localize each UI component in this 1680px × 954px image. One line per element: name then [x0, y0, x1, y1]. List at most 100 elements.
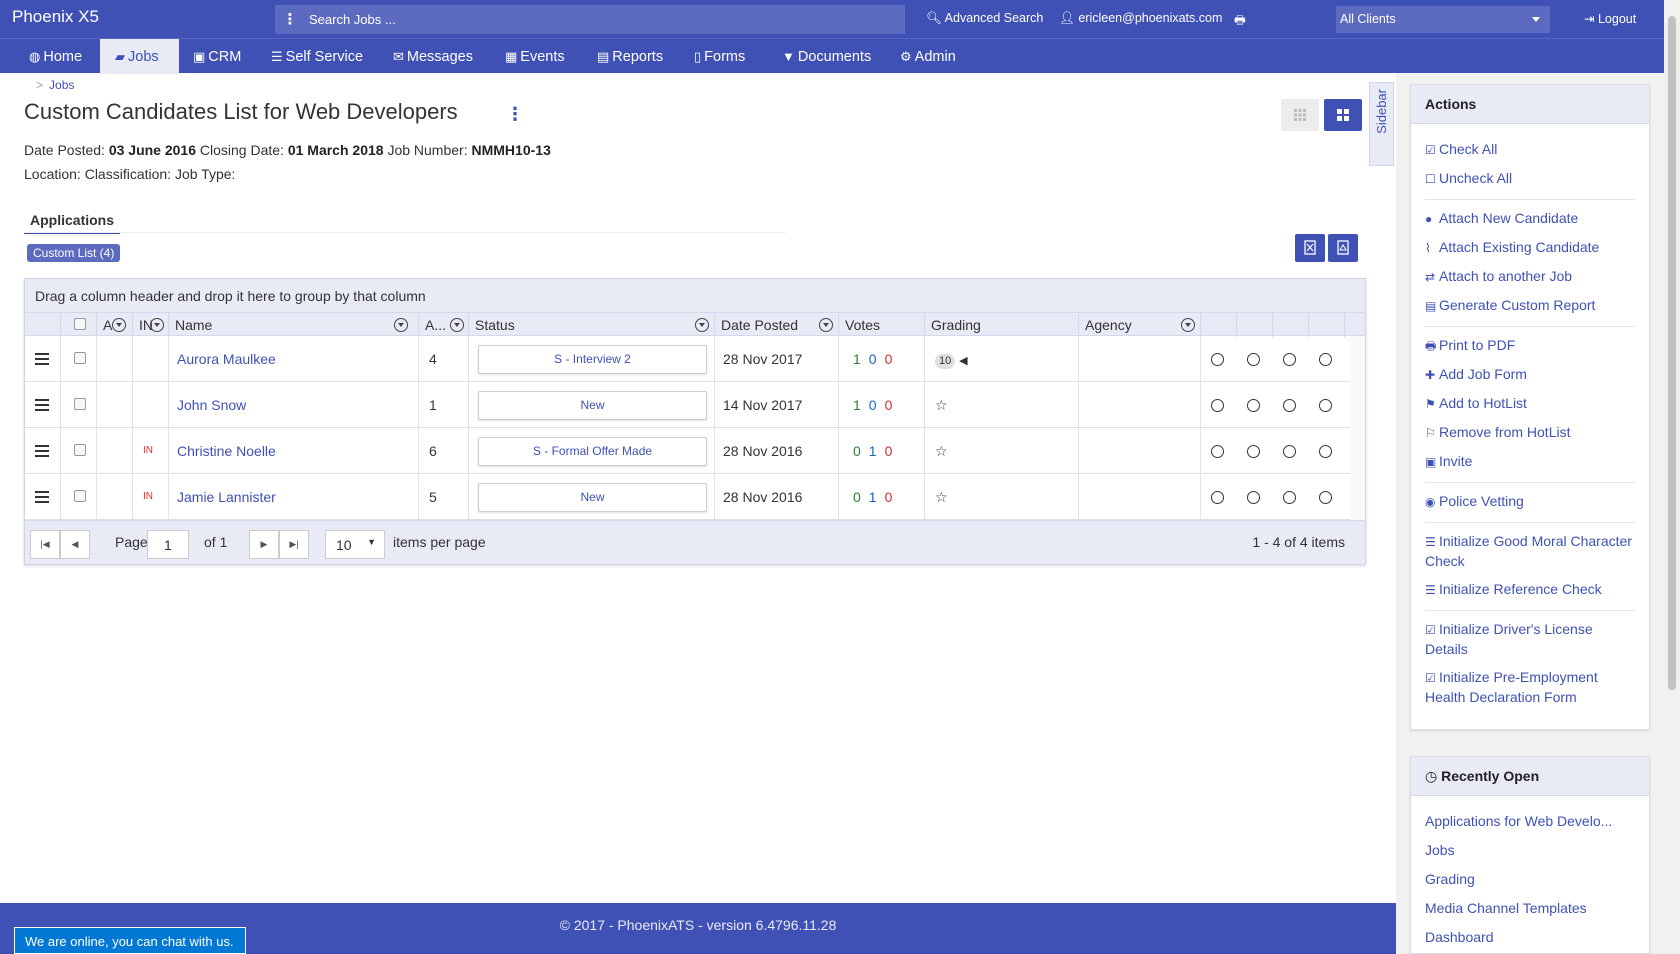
page-size-select[interactable]: 10 ▼ — [325, 530, 385, 559]
table-row[interactable]: Aurora Maulkee 4 S - Interview 2 28 Nov … — [25, 336, 1365, 382]
nav-forms[interactable]: ▯ Forms — [694, 39, 745, 74]
filter-icon[interactable] — [819, 318, 833, 332]
row-radio[interactable] — [1319, 445, 1332, 458]
filter-icon[interactable] — [1181, 318, 1195, 332]
drag-handle-icon[interactable] — [35, 353, 49, 365]
recent-item[interactable]: Jobs — [1425, 842, 1455, 858]
grid-scrollbar[interactable] — [1350, 336, 1365, 520]
drag-handle-icon[interactable] — [35, 445, 49, 457]
action-add-job-form[interactable]: ✚ Add Job Form — [1425, 365, 1635, 385]
page-number-input[interactable]: 1 — [147, 530, 189, 559]
row-checkbox[interactable] — [74, 444, 86, 456]
row-radio[interactable] — [1283, 399, 1296, 412]
vote-down[interactable]: 0 — [885, 336, 893, 382]
vote-down[interactable]: 0 — [885, 428, 893, 474]
print-icon[interactable]: 🖶 — [1234, 11, 1246, 32]
vote-down[interactable]: 0 — [885, 382, 893, 428]
status-button[interactable]: S - Interview 2 — [478, 345, 707, 374]
nav-admin[interactable]: ⚙ Admin — [900, 39, 956, 74]
star-icon[interactable]: ☆ — [935, 443, 948, 459]
star-icon[interactable]: ☆ — [935, 397, 948, 413]
vote-up[interactable]: 1 — [853, 382, 861, 428]
vote-neutral[interactable]: 1 — [869, 428, 877, 474]
action-generate-custom-report[interactable]: ▤ Generate Custom Report — [1425, 296, 1635, 316]
vote-up[interactable]: 0 — [853, 474, 861, 520]
client-select[interactable]: All Clients — [1336, 6, 1550, 33]
row-radio[interactable] — [1211, 353, 1224, 366]
row-radio[interactable] — [1283, 353, 1296, 366]
recent-item[interactable]: Media Channel Templates — [1425, 900, 1587, 916]
nav-crm[interactable]: ▣ CRM — [193, 39, 241, 74]
first-page-button[interactable]: |◀ — [30, 530, 60, 559]
row-radio[interactable] — [1211, 399, 1224, 412]
export-pdf-button[interactable] — [1328, 234, 1358, 262]
column-status[interactable]: Status — [469, 313, 715, 337]
column-applications[interactable]: A... — [419, 313, 469, 337]
table-row[interactable]: John Snow 1 New 14 Nov 2017 100 ☆ — [25, 382, 1365, 428]
vote-neutral[interactable]: 0 — [869, 336, 877, 382]
nav-reports[interactable]: ▤ Reports — [597, 39, 663, 74]
nav-home[interactable]: ◍ Home — [29, 39, 82, 74]
action-check-all[interactable]: ☑ Check All — [1425, 140, 1635, 160]
nav-messages[interactable]: ✉ Messages — [393, 39, 473, 74]
title-menu-icon[interactable]: ⋮ — [506, 104, 524, 125]
row-checkbox[interactable] — [74, 398, 86, 410]
nav-self-service[interactable]: ☰ Self Service — [271, 39, 363, 74]
tab-applications[interactable]: Applications — [24, 208, 121, 234]
group-by-hint[interactable]: Drag a column header and drop it here to… — [25, 279, 1365, 312]
row-radio[interactable] — [1211, 491, 1224, 504]
breadcrumb-jobs-link[interactable]: Jobs — [49, 78, 74, 92]
filter-icon[interactable] — [112, 318, 126, 332]
table-row[interactable]: IN Christine Noelle 6 S - Formal Offer M… — [25, 428, 1365, 474]
column-a[interactable]: A — [97, 313, 133, 337]
export-excel-button[interactable] — [1295, 234, 1325, 262]
row-radio[interactable] — [1283, 445, 1296, 458]
action-initialize-drivers-license[interactable]: ☑ Initialize Driver's License Details — [1425, 620, 1635, 659]
candidate-name-link[interactable]: John Snow — [177, 397, 246, 413]
nav-documents[interactable]: ▼ Documents — [782, 39, 871, 74]
row-radio[interactable] — [1211, 445, 1224, 458]
table-row[interactable]: IN Jamie Lannister 5 New 28 Nov 2016 010… — [25, 474, 1365, 520]
logout-link[interactable]: ⇥ Logout — [1584, 11, 1636, 26]
filter-icon[interactable] — [695, 318, 709, 332]
vote-up[interactable]: 1 — [853, 336, 861, 382]
status-button[interactable]: New — [478, 483, 707, 512]
status-button[interactable]: S - Formal Offer Made — [478, 437, 707, 466]
action-remove-from-hotlist[interactable]: ⚐ Remove from HotList — [1425, 423, 1635, 443]
filter-icon[interactable] — [150, 318, 164, 332]
search-options-icon[interactable]: ⋮ — [275, 5, 305, 34]
row-checkbox[interactable] — [74, 352, 86, 364]
action-initialize-reference-check[interactable]: ☰ Initialize Reference Check — [1425, 580, 1635, 600]
advanced-search-link[interactable]: 🔍︎ Advanced Search — [926, 11, 1043, 26]
column-in[interactable]: IN — [133, 313, 169, 337]
action-uncheck-all[interactable]: ☐ Uncheck All — [1425, 169, 1635, 189]
row-radio[interactable] — [1247, 491, 1260, 504]
search-input[interactable] — [305, 5, 905, 34]
action-print-to-pdf[interactable]: 🖶 Print to PDF — [1425, 336, 1635, 356]
prev-page-button[interactable]: ◀ — [60, 530, 90, 559]
select-all-checkbox[interactable] — [74, 318, 86, 330]
column-grading[interactable]: Grading — [925, 313, 1079, 337]
filter-icon[interactable] — [450, 318, 464, 332]
candidate-name-link[interactable]: Jamie Lannister — [177, 489, 276, 505]
column-date-posted[interactable]: Date Posted — [715, 313, 839, 337]
action-police-vetting[interactable]: ◉ Police Vetting — [1425, 492, 1635, 512]
action-add-to-hotlist[interactable]: ⚑ Add to HotList — [1425, 394, 1635, 414]
recent-item[interactable]: Grading — [1425, 871, 1475, 887]
custom-list-badge[interactable]: Custom List (4) — [27, 244, 121, 262]
recent-item[interactable]: Applications for Web Develo... — [1425, 813, 1612, 829]
page-scrollbar[interactable] — [1664, 0, 1680, 954]
candidate-name-link[interactable]: Aurora Maulkee — [177, 351, 276, 367]
column-votes[interactable]: Votes — [839, 313, 925, 337]
column-name[interactable]: Name — [169, 313, 419, 337]
action-attach-existing-candidate[interactable]: ⌇ Attach Existing Candidate — [1425, 238, 1635, 258]
brand-logo[interactable]: Phoenix X5 — [12, 7, 99, 27]
tile-view-button[interactable] — [1324, 99, 1362, 131]
candidate-name-link[interactable]: Christine Noelle — [177, 443, 276, 459]
status-button[interactable]: New — [478, 391, 707, 420]
grid-view-button[interactable] — [1281, 99, 1319, 131]
chat-button[interactable]: We are online, you can chat with us. — [14, 927, 246, 954]
row-radio[interactable] — [1247, 445, 1260, 458]
action-initialize-good-moral-character-check[interactable]: ☰ Initialize Good Moral Character Check — [1425, 532, 1635, 571]
nav-events[interactable]: ▦ Events — [505, 39, 565, 74]
